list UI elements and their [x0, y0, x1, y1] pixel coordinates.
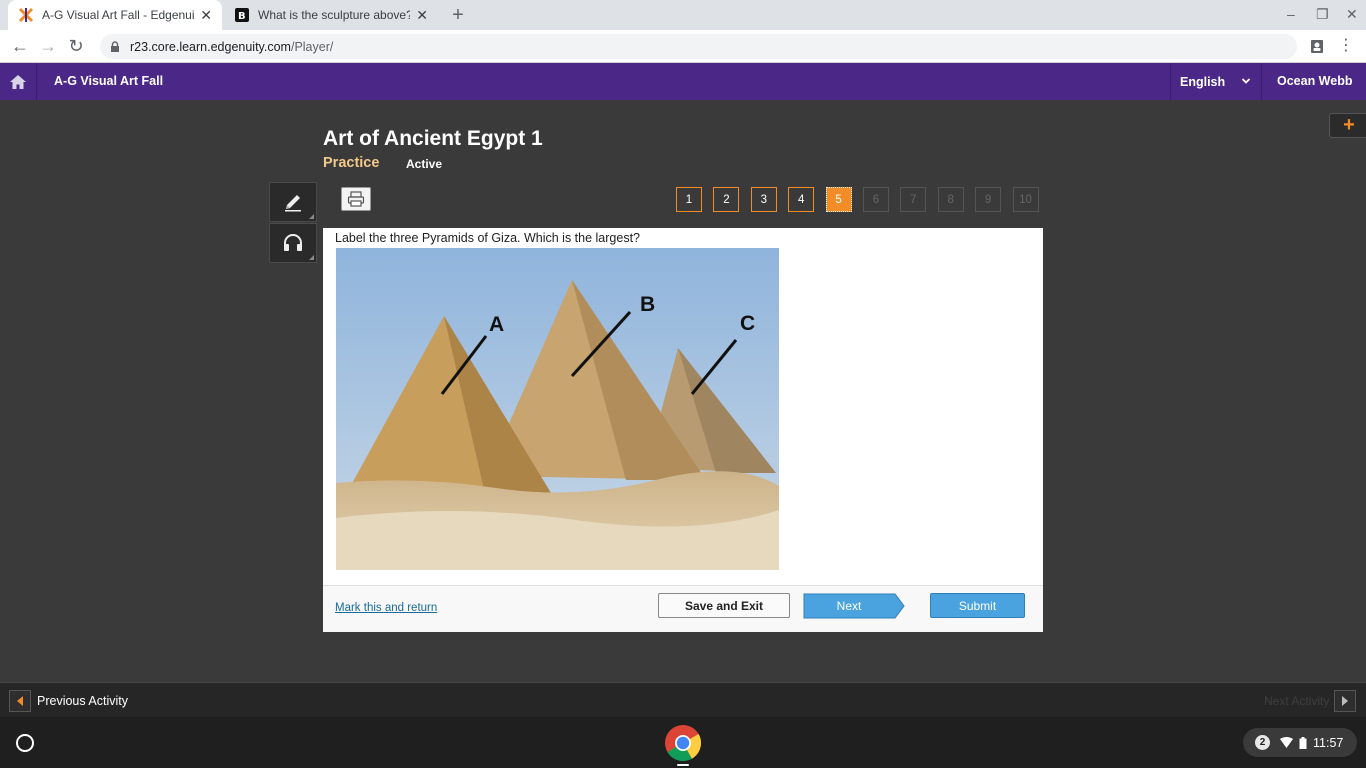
profile-badge-icon[interactable] — [1310, 38, 1324, 54]
lesson-type: Practice — [323, 155, 380, 171]
headphones-icon — [284, 234, 302, 251]
lesson-title: Art of Ancient Egypt 1 — [323, 127, 543, 150]
question-number-9: 9 — [975, 187, 1002, 212]
previous-activity-button[interactable] — [9, 690, 31, 712]
next-button[interactable]: Next — [803, 593, 905, 619]
url-text: r23.core.learn.edgenuity.com/Player/ — [130, 39, 334, 54]
save-and-exit-button[interactable]: Save and Exit — [658, 593, 790, 618]
activity-bar: Previous Activity Next Activity — [0, 682, 1366, 717]
close-tab-icon[interactable]: ✕ — [416, 7, 428, 24]
language-select[interactable]: English — [1170, 63, 1262, 100]
tool-corner-icon — [309, 214, 314, 219]
chevron-down-icon — [1241, 78, 1251, 84]
question-content: Label the three Pyramids of Giza. Which … — [323, 228, 1043, 632]
new-tab-icon[interactable]: + — [448, 4, 468, 26]
language-label: English — [1180, 74, 1226, 89]
side-tools — [269, 182, 317, 264]
clock-time: 11:57 — [1313, 735, 1344, 750]
home-icon — [10, 74, 26, 89]
question-number-3[interactable]: 3 — [750, 187, 777, 212]
question-number-6: 6 — [862, 187, 889, 212]
browser-tab-bar: A-G Visual Art Fall - Edgenuity.com ✕ B … — [0, 0, 1366, 30]
submit-button[interactable]: Submit — [930, 593, 1025, 618]
brainly-favicon-icon: B — [235, 8, 249, 22]
next-activity-label: Next Activity — [1264, 694, 1330, 708]
pyramids-of-giza-image — [336, 248, 779, 570]
pencil-icon — [285, 195, 301, 212]
audio-tool-button[interactable] — [269, 223, 317, 263]
os-shelf: 2 11:57 — [0, 717, 1366, 768]
pyramid-label-a: A — [489, 313, 505, 336]
minimize-icon[interactable]: – — [1287, 6, 1295, 22]
status-tray[interactable]: 2 11:57 — [1243, 728, 1357, 757]
plus-icon: + — [1343, 114, 1355, 136]
mark-and-return-link[interactable]: Mark this and return — [335, 602, 437, 614]
question-footer: Mark this and return Save and Exit Next … — [323, 585, 1043, 632]
running-indicator — [677, 764, 689, 766]
address-bar[interactable]: r23.core.learn.edgenuity.com/Player/ — [100, 34, 1297, 59]
print-button[interactable] — [341, 187, 371, 211]
lock-icon — [111, 40, 119, 52]
app-header: A-G Visual Art Fall English Ocean Webb — [0, 63, 1366, 100]
home-button[interactable] — [0, 63, 37, 100]
edgenuity-favicon-icon — [18, 7, 34, 23]
launcher-icon[interactable] — [16, 734, 34, 752]
restore-icon[interactable]: ❐ — [1316, 6, 1329, 23]
question-text: Label the three Pyramids of Giza. Which … — [335, 231, 641, 245]
caret-right-icon — [1342, 696, 1348, 706]
question-number-1[interactable]: 1 — [676, 187, 702, 212]
course-title: A-G Visual Art Fall — [54, 74, 164, 88]
pyramid-label-b: B — [640, 293, 656, 316]
question-number-4[interactable]: 4 — [788, 187, 815, 212]
question-navigation: 1 2 3 4 5 6 7 8 9 10 — [676, 187, 1050, 212]
next-activity-button — [1334, 690, 1356, 712]
close-window-icon[interactable]: ✕ — [1346, 6, 1358, 23]
browser-toolbar: ← → ↻ r23.core.learn.edgenuity.com/Playe… — [0, 30, 1366, 63]
tab-edgenuity[interactable]: A-G Visual Art Fall - Edgenuity.com ✕ — [8, 0, 222, 30]
back-arrow-icon[interactable]: ← — [10, 36, 30, 56]
question-number-10: 10 — [1012, 187, 1039, 212]
player-main: Art of Ancient Egypt 1 Practice Active + — [0, 100, 1366, 682]
question-number-7: 7 — [900, 187, 927, 212]
caret-left-icon — [17, 696, 23, 706]
chrome-icon[interactable] — [664, 724, 702, 762]
lesson-status: Active — [406, 157, 443, 171]
printer-icon — [347, 191, 365, 207]
tool-corner-icon — [309, 255, 314, 260]
close-tab-icon[interactable]: ✕ — [200, 7, 212, 24]
menu-kebab-icon[interactable]: ⋮ — [1336, 36, 1356, 56]
svg-text:B: B — [238, 11, 246, 22]
question-number-2[interactable]: 2 — [713, 187, 740, 212]
battery-icon — [1299, 736, 1307, 749]
tab-brainly[interactable]: B What is the sculpture above? Des ✕ — [224, 0, 438, 30]
pencil-tool-button[interactable] — [269, 182, 317, 222]
wifi-icon — [1280, 737, 1293, 748]
reload-icon[interactable]: ↻ — [66, 36, 86, 56]
question-number-5[interactable]: 5 — [825, 187, 852, 212]
next-button-label: Next — [836, 599, 862, 613]
notification-count-badge: 2 — [1255, 735, 1270, 750]
tab-title: What is the sculpture above? Des — [258, 8, 411, 22]
tab-title: A-G Visual Art Fall - Edgenuity.com — [42, 8, 195, 22]
question-number-8: 8 — [937, 187, 964, 212]
previous-activity-label[interactable]: Previous Activity — [37, 694, 128, 708]
user-name[interactable]: Ocean Webb — [1277, 74, 1352, 88]
pyramid-label-c: C — [740, 312, 756, 335]
forward-arrow-icon[interactable]: → — [38, 36, 58, 56]
plus-tools-button[interactable]: + — [1329, 113, 1366, 138]
